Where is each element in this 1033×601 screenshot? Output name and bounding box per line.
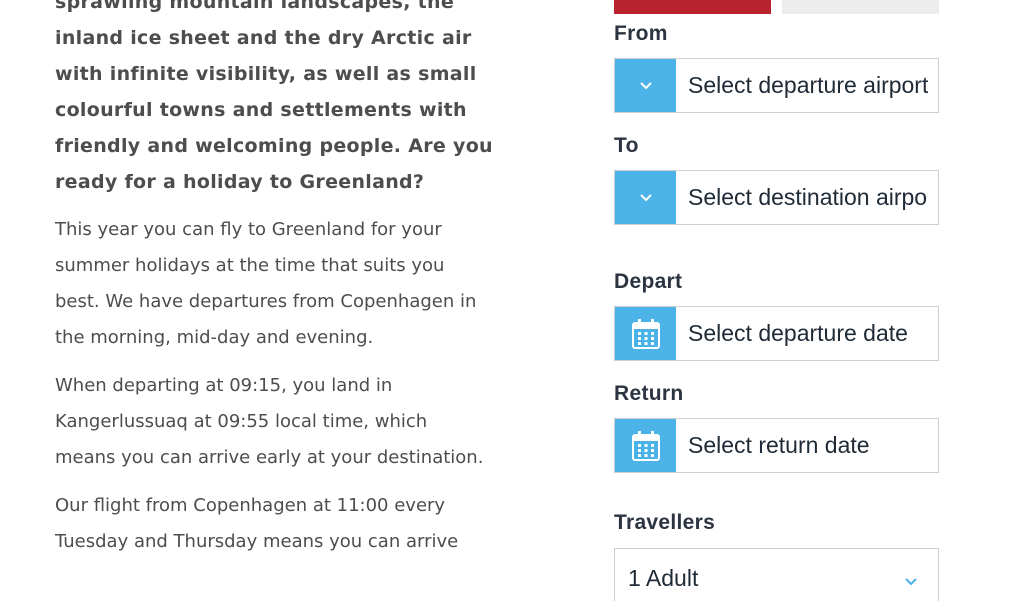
paragraph-line: means you can arrive early at your desti…: [55, 447, 484, 468]
paragraph-departure-times: When departing at 09:15, you land in Kan…: [55, 368, 495, 476]
paragraph-line: This year you can fly to Greenland for y…: [55, 219, 442, 240]
calendar-icon[interactable]: [615, 307, 676, 360]
travellers-label: Travellers: [614, 511, 716, 534]
from-airport-placeholder: Select departure airport: [688, 72, 928, 98]
intro-line: friendly and welcoming people. Are you: [55, 135, 493, 157]
chevron-down-icon[interactable]: [615, 171, 676, 224]
chevron-down-icon[interactable]: [904, 571, 918, 590]
depart-label: Depart: [614, 270, 683, 293]
intro-line: colourful towns and settlements with: [55, 99, 467, 121]
intro-line: with infinite visibility, as well as sma…: [55, 63, 477, 85]
paragraph-line: best. We have departures from Copenhagen…: [55, 291, 477, 312]
travellers-value: 1 Adult: [628, 565, 699, 591]
to-airport-select[interactable]: Select destination airport: [614, 170, 939, 225]
depart-date-placeholder: Select departure date: [688, 320, 908, 346]
trip-type-tab-inactive[interactable]: [782, 0, 939, 14]
paragraph-line: summer holidays at the time that suits y…: [55, 255, 445, 276]
paragraph-line: Our flight from Copenhagen at 11:00 ever…: [55, 495, 446, 516]
from-airport-select[interactable]: Select departure airport: [614, 58, 939, 113]
chevron-down-icon[interactable]: [615, 59, 676, 112]
travellers-select[interactable]: 1 Adult: [614, 548, 939, 601]
paragraph-line: When departing at 09:15, you land in: [55, 375, 393, 396]
intro-paragraph: sprawling mountain landscapes, the inlan…: [55, 0, 495, 200]
intro-line: inland ice sheet and the dry Arctic air: [55, 27, 472, 49]
intro-line: sprawling mountain landscapes, the: [55, 0, 455, 13]
return-date-input[interactable]: Select return date: [614, 418, 939, 473]
to-label: To: [614, 134, 639, 157]
trip-type-tab-active[interactable]: [614, 0, 771, 14]
paragraph-line: Kangerlussuaq at 09:55 local time, which: [55, 411, 428, 432]
return-date-placeholder: Select return date: [688, 432, 870, 458]
paragraph-summer-holidays: This year you can fly to Greenland for y…: [55, 212, 495, 356]
paragraph-line: the morning, mid-day and evening.: [55, 327, 374, 348]
paragraph-weekly-flights: Our flight from Copenhagen at 11:00 ever…: [55, 488, 495, 560]
to-airport-placeholder: Select destination airport: [688, 184, 928, 210]
calendar-icon[interactable]: [615, 419, 676, 472]
paragraph-line: Tuesday and Thursday means you can arriv…: [55, 531, 459, 552]
from-label: From: [614, 22, 668, 45]
article-text: sprawling mountain landscapes, the inlan…: [55, 0, 495, 560]
return-label: Return: [614, 382, 684, 405]
depart-date-input[interactable]: Select departure date: [614, 306, 939, 361]
intro-line: ready for a holiday to Greenland?: [55, 171, 425, 193]
